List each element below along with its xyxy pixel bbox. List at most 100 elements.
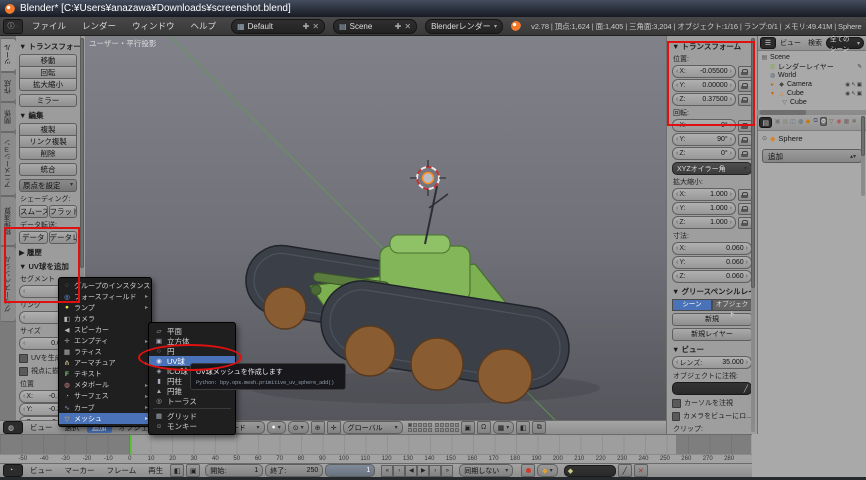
n-scale-x-field[interactable]: X:1.000 [672,188,736,201]
n-location-z-field[interactable]: Z:0.37500 [672,93,736,106]
eyedropper-icon[interactable]: ╱ [744,385,748,393]
layers-widget[interactable] [408,423,459,432]
keying-lock-icon[interactable]: ▣ [186,464,200,477]
rotation-mode-dropdown[interactable]: XYZオイラー角▾ [672,162,752,175]
n-location-x-field[interactable]: X:-0.05500 [672,65,736,78]
current-frame-field[interactable]: 1 [325,464,375,477]
add-menu-item-group-instance[interactable]: ◌グループのインスタンス▸ [59,280,151,291]
mesh-item-circle[interactable]: ○円 [149,346,235,356]
render-tab-icon[interactable]: ▣ [774,117,781,126]
keying-set-field[interactable]: ◆ [564,465,616,477]
properties-scrollbar[interactable] [861,116,865,196]
modifiers-tab-icon[interactable]: ⚙ [820,117,827,126]
next-keyframe-icon[interactable]: › [429,465,441,477]
add-modifier-dropdown[interactable]: 追加 ▴▾ [762,149,862,163]
visibility-eye-icon[interactable]: ◉ [845,91,850,97]
mesh-item-plane[interactable]: ▱平面 [149,326,235,336]
renderable-icon[interactable]: ▣ [857,91,862,97]
menu-file[interactable]: ファイル [25,20,73,32]
n-dim-z-field[interactable]: Z:0.060 [672,270,752,283]
delete-keyframe-icon[interactable]: ✕ [634,464,648,477]
tab-grease-pencil[interactable]: グリースペンシル [1,246,17,322]
n-dim-x-field[interactable]: X:0.060 [672,242,752,255]
prev-keyframe-icon[interactable]: ‹ [393,465,405,477]
outliner-row-cube-data[interactable]: ▽Cube [761,98,866,107]
selectable-icon[interactable]: ↖ [851,82,856,88]
n-transform-header[interactable]: ▼ トランスフォーム [672,41,752,52]
pivot-dropdown[interactable]: ⊙▾ [288,421,309,434]
keying-set-type-dropdown[interactable]: ◆▾ [537,464,557,477]
opengl-render-anim-icon[interactable]: ⧉ [532,421,546,434]
set-origin-dropdown[interactable]: 原点を設定 ▾ [19,179,77,192]
n-scale-z-field[interactable]: Z:1.000 [672,216,736,229]
expander-icon[interactable]: ▸ [769,81,776,88]
mesh-item-grid[interactable]: ▦グリッド [149,411,235,421]
editor-type-timeline-icon[interactable]: ◔▾ [3,464,23,477]
view-menu[interactable]: ビュー [25,422,58,433]
lock-icon[interactable] [738,217,752,229]
play-reverse-icon[interactable]: ◀ [405,465,417,477]
lock-icon[interactable] [738,134,752,146]
mesh-item-torus[interactable]: ◎トーラス [149,396,235,406]
insert-keyframe-eyedropper-icon[interactable]: ╱ [618,464,632,477]
n-rotation-x-field[interactable]: X:0° [672,119,736,132]
outliner-filter-dropdown[interactable]: 全てのシーン ▾ [826,37,864,49]
snap-magnet-icon[interactable]: Ω [477,421,491,434]
particles-tab-icon[interactable]: ✱ [851,117,858,126]
tab-relations[interactable]: 関係 [1,102,17,132]
close-layout-icon[interactable]: ✕ [312,22,319,31]
add-menu-item-lattice[interactable]: ▦ラティス [59,347,151,358]
n-panel-scrollbar[interactable] [751,38,755,432]
flat-button[interactable]: フラット [49,205,78,218]
lock-icon[interactable] [738,120,752,132]
timeline-marker-menu[interactable]: マーカー [60,465,100,476]
object-tab-icon[interactable]: ◆ [805,117,812,126]
orientation-dropdown[interactable]: グローバル ▾ [343,421,403,434]
material-tab-icon[interactable]: ◉ [836,117,843,126]
delete-button[interactable]: 削除 [19,148,77,160]
mesh-item-cube[interactable]: ▣立方体 [149,336,235,346]
render-layers-tab-icon[interactable]: ▤ [782,117,789,126]
outliner-search-menu[interactable]: 検索 [805,38,825,48]
preview-range-icon[interactable]: ◧ [170,464,184,477]
tab-animation[interactable]: アニメーション [1,132,17,196]
jump-to-start-icon[interactable]: « [381,465,393,477]
close-scene-icon[interactable]: ✕ [404,22,411,31]
start-frame-field[interactable]: 開始: 1 [205,464,263,477]
pin-icon[interactable]: ⊙ [762,135,767,142]
gp-tab-object[interactable]: オブジェクト [712,299,752,311]
snap-element-dropdown[interactable]: ▦▾ [493,421,515,434]
grease-pencil-header[interactable]: ▼ グリースペンシルレイ... [672,286,752,297]
uv-sphere-object[interactable] [423,173,434,184]
play-icon[interactable]: ▶ [417,465,429,477]
record-icon[interactable] [521,464,535,477]
outliner-row-camera[interactable]: ▸◆Camera◉↖▣ [761,80,866,89]
object-data-tab-icon[interactable]: ▽ [828,117,835,126]
tab-tools[interactable]: ツール [1,38,17,72]
lock-camera-checkbox[interactable] [672,412,680,421]
outliner-row-world[interactable]: ◍World [761,71,866,80]
editor-type-properties-icon[interactable]: ▤ [759,117,772,128]
sync-dropdown[interactable]: 同期しない ▾ [459,464,513,477]
mesh-item-monkey[interactable]: ☺モンキー [149,421,235,431]
outliner-row-render-layer[interactable]: ▥レンダーレイヤー✎ [761,62,866,71]
timeline-playhead[interactable] [130,435,132,454]
outliner-row-cube[interactable]: ▾△Cube◉↖▣ [761,89,866,98]
visibility-eye-icon[interactable]: ◉ [845,82,850,88]
menu-render[interactable]: レンダー [75,20,123,32]
add-menu-item-empty[interactable]: ✛エンプティ▸ [59,335,151,346]
end-frame-field[interactable]: 終了: 250 [265,464,323,477]
lock-to-scene-icon[interactable]: ▣ [461,421,475,434]
menu-help[interactable]: ヘルプ [184,20,224,32]
align-to-view-checkbox[interactable] [19,367,28,376]
tab-create[interactable]: 作成 [1,72,17,102]
editor-type-info-icon[interactable]: ⓘ▾ [3,19,23,34]
jump-to-end-icon[interactable]: » [441,465,453,477]
outliner-view-menu[interactable]: ビュー [777,38,804,48]
join-button[interactable]: 統合 [19,163,77,176]
mirror-button[interactable]: ミラー [19,94,77,107]
add-menu-item-lamp[interactable]: ●ランプ▸ [59,302,151,313]
gp-new-button[interactable]: 新規 [672,313,752,326]
render-toggle-icon[interactable]: ✎ [857,64,862,70]
lock-icon[interactable] [738,203,752,215]
